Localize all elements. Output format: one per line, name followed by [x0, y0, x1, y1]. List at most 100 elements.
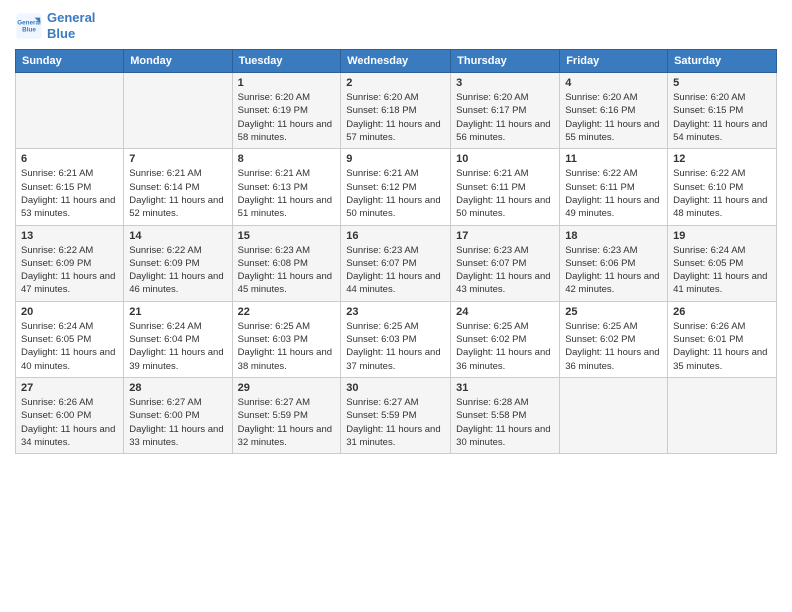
day-number: 7 — [129, 153, 226, 165]
cell-content: Sunrise: 6:21 AMSunset: 6:11 PMDaylight:… — [456, 167, 554, 220]
cell-content: Sunrise: 6:22 AMSunset: 6:11 PMDaylight:… — [565, 167, 662, 220]
day-number: 3 — [456, 77, 554, 89]
calendar-cell: 29 Sunrise: 6:27 AMSunset: 5:59 PMDayligh… — [232, 377, 341, 453]
calendar-cell — [16, 73, 124, 149]
calendar-cell: 27 Sunrise: 6:26 AMSunset: 6:00 PMDayligh… — [16, 377, 124, 453]
calendar-cell: 26 Sunrise: 6:26 AMSunset: 6:01 PMDayligh… — [668, 301, 777, 377]
cell-content: Sunrise: 6:25 AMSunset: 6:02 PMDaylight:… — [565, 320, 662, 373]
calendar-cell: 10 Sunrise: 6:21 AMSunset: 6:11 PMDayligh… — [451, 149, 560, 225]
cell-content: Sunrise: 6:20 AMSunset: 6:16 PMDaylight:… — [565, 91, 662, 144]
day-number: 15 — [238, 230, 336, 242]
calendar-cell: 11 Sunrise: 6:22 AMSunset: 6:11 PMDayligh… — [560, 149, 668, 225]
logo: General Blue General Blue — [15, 10, 95, 41]
day-number: 20 — [21, 306, 118, 318]
calendar-cell: 5Sunrise: 6:20 AMSunset: 6:15 PMDaylight… — [668, 73, 777, 149]
cell-content: Sunrise: 6:23 AMSunset: 6:08 PMDaylight:… — [238, 244, 336, 297]
day-number: 27 — [21, 382, 118, 394]
calendar-cell: 8 Sunrise: 6:21 AMSunset: 6:13 PMDaylight… — [232, 149, 341, 225]
calendar-page: General Blue General Blue SundayMondayTu… — [0, 0, 792, 612]
cell-content: Sunrise: 6:21 AMSunset: 6:12 PMDaylight:… — [346, 167, 445, 220]
calendar-cell — [124, 73, 232, 149]
weekday-header-wednesday: Wednesday — [341, 50, 451, 73]
calendar-cell: 24 Sunrise: 6:25 AMSunset: 6:02 PMDayligh… — [451, 301, 560, 377]
logo-icon: General Blue — [15, 12, 43, 40]
day-number: 28 — [129, 382, 226, 394]
day-number: 1 — [238, 77, 336, 89]
calendar-cell: 2Sunrise: 6:20 AMSunset: 6:18 PMDaylight… — [341, 73, 451, 149]
cell-content: Sunrise: 6:26 AMSunset: 6:01 PMDaylight:… — [673, 320, 771, 373]
calendar-cell: 22Sunrise: 6:25 AMSunset: 6:03 PMDayligh… — [232, 301, 341, 377]
cell-content: Sunrise: 6:23 AMSunset: 6:07 PMDaylight:… — [456, 244, 554, 297]
weekday-header-saturday: Saturday — [668, 50, 777, 73]
calendar-cell: 13Sunrise: 6:22 AMSunset: 6:09 PMDayligh… — [16, 225, 124, 301]
calendar-week-row: 13Sunrise: 6:22 AMSunset: 6:09 PMDayligh… — [16, 225, 777, 301]
calendar-cell: 15 Sunrise: 6:23 AMSunset: 6:08 PMDayligh… — [232, 225, 341, 301]
calendar-cell: 20 Sunrise: 6:24 AMSunset: 6:05 PMDayligh… — [16, 301, 124, 377]
calendar-cell: 14 Sunrise: 6:22 AMSunset: 6:09 PMDayligh… — [124, 225, 232, 301]
cell-content: Sunrise: 6:22 AMSunset: 6:09 PMDaylight:… — [129, 244, 226, 297]
calendar-cell: 4 Sunrise: 6:20 AMSunset: 6:16 PMDaylight… — [560, 73, 668, 149]
day-number: 17 — [456, 230, 554, 242]
cell-content: Sunrise: 6:24 AMSunset: 6:05 PMDaylight:… — [21, 320, 118, 373]
cell-content: Sunrise: 6:21 AMSunset: 6:13 PMDaylight:… — [238, 167, 336, 220]
calendar-cell — [560, 377, 668, 453]
calendar-cell: 25 Sunrise: 6:25 AMSunset: 6:02 PMDayligh… — [560, 301, 668, 377]
day-number: 10 — [456, 153, 554, 165]
cell-content: Sunrise: 6:20 AMSunset: 6:17 PMDaylight:… — [456, 91, 554, 144]
cell-content: Sunrise: 6:22 AMSunset: 6:09 PMDaylight:… — [21, 244, 118, 297]
day-number: 12 — [673, 153, 771, 165]
svg-text:General: General — [17, 19, 41, 26]
cell-content: Sunrise: 6:24 AMSunset: 6:05 PMDaylight:… — [673, 244, 771, 297]
calendar-cell: 19 Sunrise: 6:24 AMSunset: 6:05 PMDayligh… — [668, 225, 777, 301]
cell-content: Sunrise: 6:21 AMSunset: 6:14 PMDaylight:… — [129, 167, 226, 220]
cell-content: Sunrise: 6:21 AMSunset: 6:15 PMDaylight:… — [21, 167, 118, 220]
calendar-cell: 12Sunrise: 6:22 AMSunset: 6:10 PMDayligh… — [668, 149, 777, 225]
calendar-cell: 6 Sunrise: 6:21 AMSunset: 6:15 PMDaylight… — [16, 149, 124, 225]
day-number: 16 — [346, 230, 445, 242]
calendar-cell: 28 Sunrise: 6:27 AMSunset: 6:00 PMDayligh… — [124, 377, 232, 453]
calendar-cell: 9Sunrise: 6:21 AMSunset: 6:12 PMDaylight… — [341, 149, 451, 225]
cell-content: Sunrise: 6:25 AMSunset: 6:03 PMDaylight:… — [346, 320, 445, 373]
calendar-cell: 3 Sunrise: 6:20 AMSunset: 6:17 PMDaylight… — [451, 73, 560, 149]
day-number: 29 — [238, 382, 336, 394]
cell-content: Sunrise: 6:27 AMSunset: 6:00 PMDaylight:… — [129, 396, 226, 449]
day-number: 19 — [673, 230, 771, 242]
day-number: 31 — [456, 382, 554, 394]
day-number: 25 — [565, 306, 662, 318]
calendar-cell: 16 Sunrise: 6:23 AMSunset: 6:07 PMDayligh… — [341, 225, 451, 301]
day-number: 2 — [346, 77, 445, 89]
day-number: 4 — [565, 77, 662, 89]
calendar-cell: 30 Sunrise: 6:27 AMSunset: 5:59 PMDayligh… — [341, 377, 451, 453]
calendar-table: SundayMondayTuesdayWednesdayThursdayFrid… — [15, 49, 777, 454]
weekday-header-row: SundayMondayTuesdayWednesdayThursdayFrid… — [16, 50, 777, 73]
day-number: 30 — [346, 382, 445, 394]
cell-content: Sunrise: 6:27 AMSunset: 5:59 PMDaylight:… — [346, 396, 445, 449]
calendar-cell: 23 Sunrise: 6:25 AMSunset: 6:03 PMDayligh… — [341, 301, 451, 377]
day-number: 22 — [238, 306, 336, 318]
day-number: 14 — [129, 230, 226, 242]
cell-content: Sunrise: 6:27 AMSunset: 5:59 PMDaylight:… — [238, 396, 336, 449]
calendar-week-row: 1Sunrise: 6:20 AMSunset: 6:19 PMDaylight… — [16, 73, 777, 149]
weekday-header-sunday: Sunday — [16, 50, 124, 73]
day-number: 18 — [565, 230, 662, 242]
calendar-week-row: 6 Sunrise: 6:21 AMSunset: 6:15 PMDaylight… — [16, 149, 777, 225]
cell-content: Sunrise: 6:28 AMSunset: 5:58 PMDaylight:… — [456, 396, 554, 449]
svg-text:Blue: Blue — [22, 26, 36, 33]
calendar-cell — [668, 377, 777, 453]
day-number: 11 — [565, 153, 662, 165]
logo-text: General Blue — [47, 10, 95, 41]
calendar-week-row: 27 Sunrise: 6:26 AMSunset: 6:00 PMDayligh… — [16, 377, 777, 453]
day-number: 23 — [346, 306, 445, 318]
day-number: 6 — [21, 153, 118, 165]
weekday-header-thursday: Thursday — [451, 50, 560, 73]
calendar-week-row: 20 Sunrise: 6:24 AMSunset: 6:05 PMDayligh… — [16, 301, 777, 377]
day-number: 26 — [673, 306, 771, 318]
calendar-cell: 1Sunrise: 6:20 AMSunset: 6:19 PMDaylight… — [232, 73, 341, 149]
day-number: 24 — [456, 306, 554, 318]
cell-content: Sunrise: 6:25 AMSunset: 6:02 PMDaylight:… — [456, 320, 554, 373]
calendar-cell: 31 Sunrise: 6:28 AMSunset: 5:58 PMDayligh… — [451, 377, 560, 453]
cell-content: Sunrise: 6:24 AMSunset: 6:04 PMDaylight:… — [129, 320, 226, 373]
day-number: 8 — [238, 153, 336, 165]
cell-content: Sunrise: 6:23 AMSunset: 6:07 PMDaylight:… — [346, 244, 445, 297]
cell-content: Sunrise: 6:26 AMSunset: 6:00 PMDaylight:… — [21, 396, 118, 449]
